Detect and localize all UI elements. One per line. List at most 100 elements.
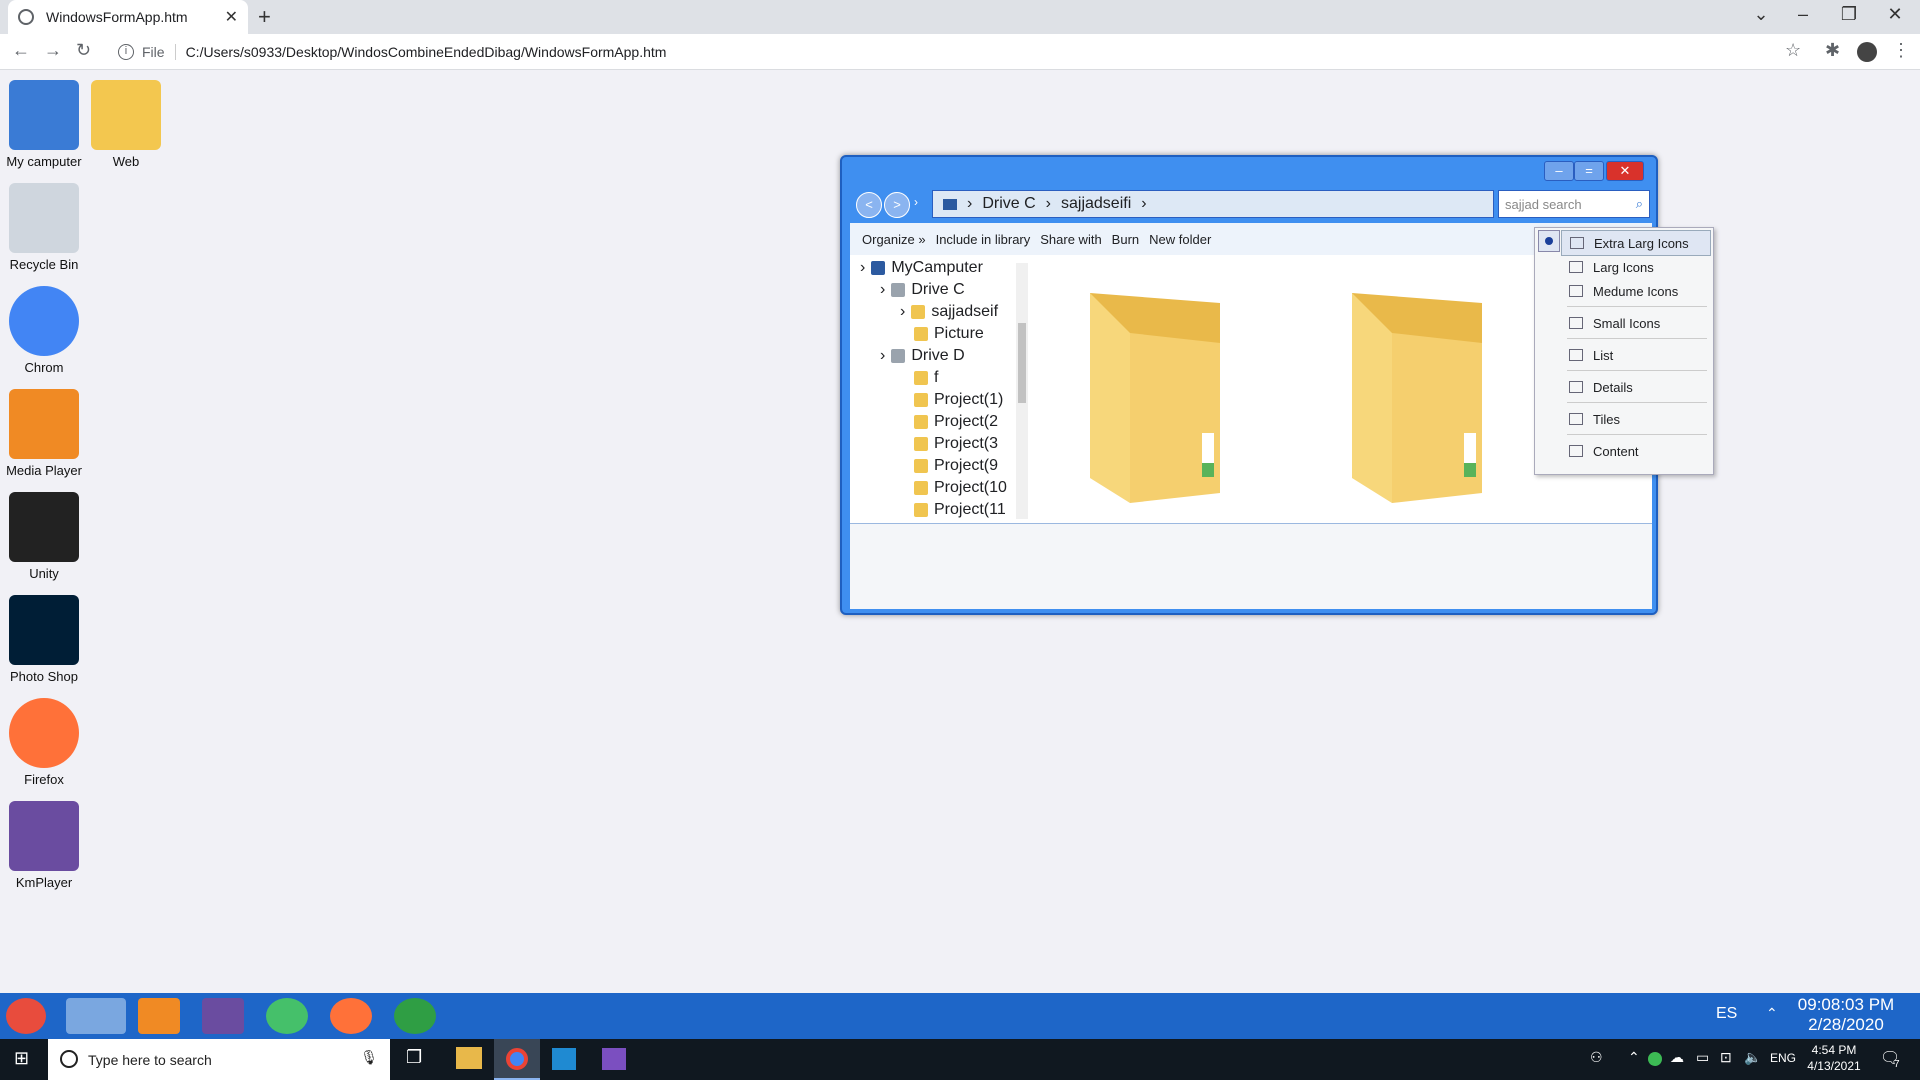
desktop-icon-my-camputer[interactable]: My camputer — [0, 80, 89, 169]
bookmark-star-icon[interactable]: ☆ — [1785, 40, 1801, 61]
taskbar-search-input[interactable]: Type here to search 🎙 — [48, 1039, 390, 1080]
volume-icon[interactable]: 🔈 — [1744, 1049, 1761, 1066]
expand-arrow-icon[interactable]: › — [880, 281, 885, 299]
breadcrumb-item[interactable]: Drive C — [982, 195, 1035, 213]
telegram-taskbar-icon[interactable] — [266, 998, 308, 1034]
input-language[interactable]: ENG — [1770, 1051, 1796, 1065]
close-tab-icon[interactable]: ✕ — [225, 7, 238, 27]
back-arrow-icon[interactable]: < — [856, 192, 882, 218]
tree-item[interactable]: Project(9 — [900, 457, 998, 475]
browser-tab[interactable]: WindowsFormApp.htm ✕ — [8, 0, 248, 34]
avatar[interactable] — [1857, 42, 1877, 62]
windows-start-icon[interactable]: ⊞ — [14, 1048, 29, 1069]
media-player-taskbar-icon[interactable] — [138, 998, 180, 1034]
clock[interactable]: 09:08:03 PM 2/28/2020 — [1796, 995, 1896, 1035]
toolbar-item[interactable]: Share with — [1040, 232, 1101, 247]
view-option-extra-larg-icons[interactable]: Extra Larg Icons — [1561, 230, 1711, 256]
desktop-icon-firefox[interactable]: Firefox — [0, 698, 89, 787]
folder-icon[interactable] — [1332, 273, 1492, 503]
menu-icon[interactable]: ⋮ — [1892, 40, 1910, 61]
toolbar-item[interactable]: Burn — [1112, 232, 1139, 247]
folder-icon — [914, 393, 928, 407]
people-icon[interactable]: ⚇ — [1590, 1049, 1603, 1066]
reload-icon[interactable]: ↻ — [76, 40, 91, 61]
extensions-icon[interactable]: ✱ — [1825, 40, 1840, 61]
view-option-tiles[interactable]: Tiles — [1561, 406, 1711, 432]
toolbar-item[interactable]: Include in library — [936, 232, 1031, 247]
window-close-button[interactable]: ✕ — [1606, 161, 1644, 181]
view-option-small-icons[interactable]: Small Icons — [1561, 310, 1711, 336]
search-icon[interactable]: ⌕ — [1636, 196, 1643, 212]
desktop-icon-recycle-bin[interactable]: Recycle Bin — [0, 183, 89, 272]
tree-item[interactable]: › sajjadseif — [900, 303, 998, 321]
start-orb-icon[interactable] — [6, 998, 46, 1034]
desktop-icon-media-player[interactable]: Media Player — [0, 389, 89, 478]
desktop-icon-web[interactable]: Web — [81, 80, 171, 169]
address-breadcrumb[interactable]: › Drive C › sajjadseifi › — [932, 190, 1494, 218]
explorer-search-input[interactable]: sajjad search ⌕ — [1498, 190, 1650, 218]
toolbar-item[interactable]: New folder — [1149, 232, 1211, 247]
info-icon[interactable]: i — [118, 44, 134, 60]
tab-search-icon[interactable]: ⌄ — [1738, 4, 1784, 25]
view-option-list[interactable]: List — [1561, 342, 1711, 368]
download-manager-taskbar-icon[interactable] — [394, 998, 436, 1034]
expand-arrow-icon[interactable]: › — [900, 303, 905, 321]
tray-app-icon[interactable] — [1648, 1052, 1662, 1066]
view-option-label: Extra Larg Icons — [1594, 235, 1689, 251]
view-mode-icon — [1569, 261, 1583, 273]
explorer-taskbar-icon[interactable] — [66, 998, 126, 1034]
view-option-details[interactable]: Details — [1561, 374, 1711, 400]
window-maximize-button[interactable]: = — [1574, 161, 1604, 181]
view-option-content[interactable]: Content — [1561, 438, 1711, 464]
minimize-button[interactable]: – — [1780, 4, 1826, 25]
tree-item[interactable]: Project(10 — [900, 479, 1007, 497]
file-explorer-icon[interactable] — [456, 1047, 482, 1069]
close-window-button[interactable]: ✕ — [1872, 4, 1918, 25]
task-view-icon[interactable]: ❐ — [406, 1047, 422, 1068]
chrome-running-icon[interactable] — [494, 1039, 540, 1080]
app-taskbar: ES ⌃ 09:08:03 PM 2/28/2020 — [0, 993, 1920, 1039]
tray-chevron-icon[interactable]: ⌃ — [1628, 1049, 1640, 1066]
tree-item[interactable]: › Drive C — [880, 281, 965, 299]
visual-studio-icon[interactable] — [602, 1048, 626, 1070]
microphone-icon[interactable]: 🎙 — [360, 1049, 378, 1066]
desktop-icon-chrom[interactable]: Chrom — [0, 286, 89, 375]
tree-scrollbar[interactable] — [1016, 263, 1028, 519]
view-option-larg-icons[interactable]: Larg Icons — [1561, 254, 1711, 280]
expand-arrow-icon[interactable]: › — [880, 347, 885, 365]
tree-item[interactable]: Project(3 — [900, 435, 998, 453]
vscode-icon[interactable] — [552, 1048, 576, 1070]
desktop-icon-kmplayer[interactable]: KmPlayer — [0, 801, 89, 890]
network-icon[interactable]: ⊡ — [1720, 1049, 1732, 1066]
tree-item[interactable]: Picture — [900, 325, 984, 343]
tree-item[interactable]: f — [900, 369, 938, 387]
tree-item[interactable]: Project(11 — [900, 501, 1006, 519]
desktop-icon-unity[interactable]: Unity — [0, 492, 89, 581]
address-bar[interactable]: i File C:/Users/s0933/Desktop/WindosComb… — [108, 38, 1798, 66]
tree-item[interactable]: › MyCamputer — [860, 259, 983, 277]
visual-studio-taskbar-icon[interactable] — [202, 998, 244, 1034]
restore-button[interactable]: ❐ — [1826, 4, 1872, 25]
forward-icon[interactable]: → — [44, 40, 62, 61]
tray-arrow-icon[interactable]: ⌃ — [1766, 1005, 1778, 1022]
breadcrumb-item[interactable]: sajjadseifi — [1061, 195, 1131, 213]
view-option-medume-icons[interactable]: Medume Icons — [1561, 278, 1711, 304]
desktop-icon-photo-shop[interactable]: Photo Shop — [0, 595, 89, 684]
system-clock[interactable]: 4:54 PM 4/13/2021 — [1804, 1042, 1864, 1074]
folder-icon[interactable] — [1070, 273, 1230, 503]
expand-arrow-icon[interactable]: › — [860, 259, 865, 277]
tree-item[interactable]: Project(2 — [900, 413, 998, 431]
window-minimize-button[interactable]: – — [1544, 161, 1574, 181]
url-text[interactable]: C:/Users/s0933/Desktop/WindosCombineEnde… — [186, 44, 667, 60]
language-indicator[interactable]: ES — [1716, 1005, 1737, 1023]
forward-arrow-icon[interactable]: > — [884, 192, 910, 218]
new-tab-button[interactable]: + — [258, 4, 271, 30]
battery-icon[interactable]: ▭ — [1696, 1049, 1709, 1066]
firefox-taskbar-icon[interactable] — [330, 998, 372, 1034]
cloud-icon[interactable]: ☁ — [1670, 1049, 1684, 1066]
tree-item[interactable]: Project(1) — [900, 391, 1003, 409]
tree-item[interactable]: › Drive D — [880, 347, 965, 365]
back-icon[interactable]: ← — [12, 40, 30, 61]
history-dropdown-icon[interactable]: › — [914, 195, 918, 209]
toolbar-item[interactable]: Organize » — [862, 232, 926, 247]
